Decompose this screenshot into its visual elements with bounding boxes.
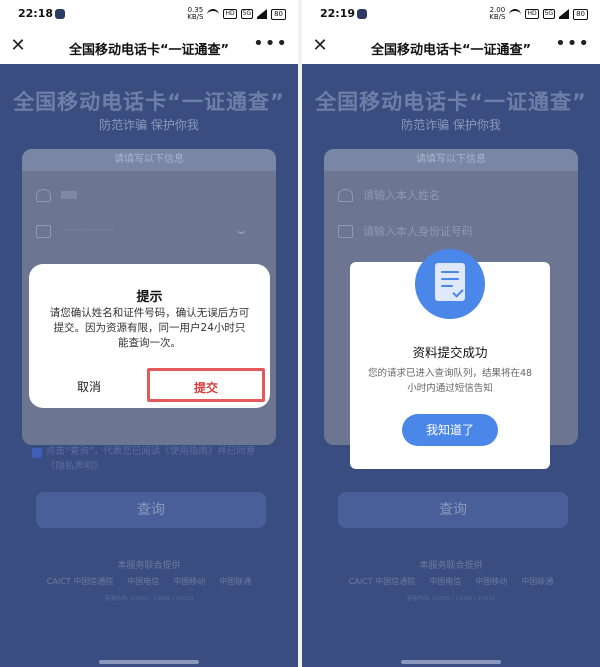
footer-caption: 本服务联合提供	[117, 561, 181, 571]
battery-icon: 80	[573, 8, 588, 20]
confirm-dialog: 提示 请您确认姓名和证件号码，确认无误后方可提交。因为资源有限，同一用户24小时…	[29, 264, 270, 408]
network-speed: 0.35 KB/S	[187, 6, 204, 21]
signal-icon	[257, 9, 268, 19]
app-notification-icon	[357, 9, 367, 19]
agreement-text: 点击“查询”，代表您已阅读《使用指南》并已同意《隐私声明》	[46, 446, 256, 472]
partner-logos: CAICT 中国信通院 中国电信 中国移动 中国联通	[302, 576, 600, 587]
id-card-icon	[338, 224, 353, 238]
network-speed: 2.00 KB/S	[489, 6, 506, 21]
doc-line	[441, 285, 453, 287]
status-bar: 22:18 0.35 KB/S HD 5G 80	[0, 0, 298, 30]
dialog-title: 资料提交成功	[412, 345, 488, 360]
id-field[interactable]: 请输入本人身份证号码	[338, 219, 564, 243]
right-screen: 22:19 2.00 KB/S HD 5G 80 ✕ 全国移动电话卡“一证通查” …	[302, 0, 600, 667]
wifi-icon	[509, 9, 522, 19]
subline: 防范诈骗 保护你我	[401, 118, 501, 132]
form-header: 请填写以下信息	[324, 149, 578, 171]
nav-bar: ✕ 全国移动电话卡“一证通查” •••	[302, 30, 600, 64]
id-placeholder: 请输入本人身份证号码	[363, 225, 473, 238]
network-type-icon: 5G	[240, 9, 254, 19]
ok-button[interactable]: 我知道了	[402, 414, 498, 446]
name-field[interactable]: 请输入本人姓名	[338, 183, 564, 207]
partner-logos: CAICT 中国信通院 中国电信 中国移动 中国联通	[0, 576, 298, 587]
page-title: 全国移动电话卡“一证通查”	[370, 43, 532, 58]
home-indicator[interactable]	[401, 660, 501, 664]
nav-bar: ✕ 全国移动电话卡“一证通查” •••	[0, 30, 298, 64]
query-button[interactable]: 查询	[36, 492, 266, 528]
id-card-icon	[36, 224, 51, 238]
more-icon[interactable]: •••	[253, 33, 288, 54]
logo-telecom: 中国电信	[429, 577, 462, 586]
name-field[interactable]	[36, 183, 262, 207]
signal-icon	[559, 9, 570, 19]
logo-caict: CAICT 中国信通院	[46, 577, 114, 586]
hotline: 客服热线: 10000 / 10086 / 10010	[104, 596, 194, 602]
status-bar: 22:19 2.00 KB/S HD 5G 80	[302, 0, 600, 30]
status-time: 22:18	[18, 7, 54, 20]
network-type-icon: 5G	[542, 9, 556, 19]
agree-checkbox[interactable]	[32, 448, 42, 458]
wifi-icon	[207, 9, 220, 19]
home-indicator[interactable]	[99, 660, 199, 664]
eye-icon[interactable]	[237, 227, 246, 234]
query-button[interactable]: 查询	[338, 492, 568, 528]
status-time: 22:19	[320, 7, 356, 20]
logo-telecom: 中国电信	[127, 577, 160, 586]
cancel-button[interactable]: 取消	[49, 372, 129, 402]
left-screen: 22:18 0.35 KB/S HD 5G 80 ✕ 全国移动电话卡“一证通查” …	[0, 0, 298, 667]
masked-name	[61, 191, 77, 199]
headline: 全国移动电话卡“一证通查”	[315, 90, 587, 114]
success-dialog: 资料提交成功 您的请求已进入查询队列，结果将在48小时内通过短信告知 我知道了	[350, 249, 550, 469]
page-title: 全国移动电话卡“一证通查”	[68, 43, 230, 58]
person-icon	[338, 188, 353, 202]
submit-button[interactable]: 提交	[147, 368, 265, 402]
close-icon[interactable]: ✕	[310, 35, 330, 56]
dialog-message: 请您确认姓名和证件号码，确认无误后方可提交。因为资源有限，同一用户24小时只能查…	[49, 307, 250, 349]
dialog-title: 提示	[136, 290, 163, 305]
logo-unicom: 中国联通	[521, 577, 554, 586]
footer-caption: 本服务联合提供	[419, 561, 483, 571]
battery-icon: 80	[271, 8, 286, 20]
logo-mobile: 中国移动	[173, 577, 206, 586]
more-icon[interactable]: •••	[555, 33, 590, 54]
name-placeholder: 请输入本人姓名	[363, 189, 440, 202]
id-field[interactable]: ··············	[36, 219, 262, 243]
form-header: 请填写以下信息	[22, 149, 276, 171]
document-paper-icon	[435, 263, 465, 301]
logo-caict: CAICT 中国信通院	[348, 577, 416, 586]
logo-mobile: 中国移动	[475, 577, 508, 586]
hd-icon: HD	[223, 9, 237, 19]
headline: 全国移动电话卡“一证通查”	[13, 90, 285, 114]
hotline: 客服热线: 10000 / 10086 / 10010	[406, 596, 496, 602]
app-notification-icon	[55, 9, 65, 19]
doc-line	[441, 271, 459, 273]
status-icons: 0.35 KB/S HD 5G 80	[187, 7, 286, 21]
person-icon	[36, 188, 51, 202]
logo-unicom: 中国联通	[219, 577, 252, 586]
hd-icon: HD	[525, 9, 539, 19]
doc-line	[441, 278, 459, 280]
document-icon	[415, 249, 485, 319]
close-icon[interactable]: ✕	[8, 35, 28, 56]
masked-id: ··············	[61, 226, 116, 236]
subline: 防范诈骗 保护你我	[99, 118, 199, 132]
agreement-row: 点击“查询”，代表您已阅读《使用指南》并已同意《隐私声明》	[32, 444, 270, 474]
dialog-message: 您的请求已进入查询队列，结果将在48小时内通过短信告知	[367, 368, 533, 394]
status-icons: 2.00 KB/S HD 5G 80	[489, 7, 588, 21]
